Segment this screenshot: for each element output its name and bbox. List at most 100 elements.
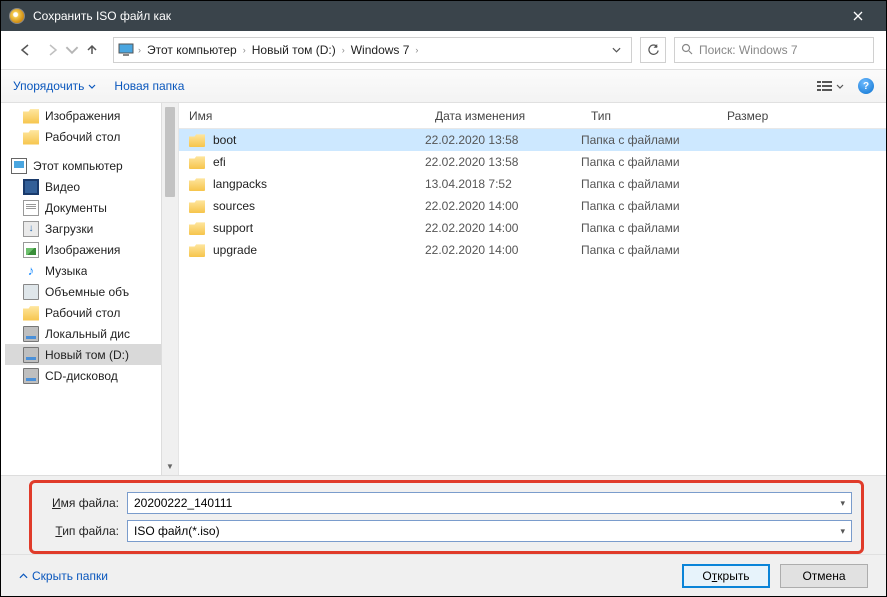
save-as-dialog: Сохранить ISO файл как › Этот компьютер … — [1, 1, 886, 596]
column-date[interactable]: Дата изменения — [425, 109, 581, 123]
new-folder-button[interactable]: Новая папка — [114, 79, 184, 93]
folder-icon — [189, 199, 205, 213]
column-type[interactable]: Тип — [581, 109, 717, 123]
filetype-value: ISO файл(*.iso) — [134, 524, 220, 538]
sidebar-item[interactable]: Локальный дис — [5, 323, 178, 344]
sidebar-item-label: Новый том (D:) — [45, 348, 129, 362]
close-icon — [853, 11, 863, 21]
sidebar-scrollbar[interactable]: ▲ ▼ — [161, 103, 178, 475]
file-name: upgrade — [213, 243, 425, 257]
sidebar-item-label: Рабочий стол — [45, 130, 120, 144]
sidebar-item[interactable]: Рабочий стол — [5, 126, 178, 147]
file-name: boot — [213, 133, 425, 147]
scroll-down-arrow[interactable]: ▼ — [162, 458, 178, 475]
sidebar-item-label: Локальный дис — [45, 327, 130, 341]
sidebar-item-label: Изображения — [45, 109, 120, 123]
file-row[interactable]: upgrade22.02.2020 14:00Папка с файлами — [179, 239, 886, 261]
file-name: support — [213, 221, 425, 235]
sidebar-item-label: Загрузки — [45, 222, 93, 236]
close-button[interactable] — [838, 1, 878, 31]
filetype-label: Тип файла: — [35, 524, 127, 538]
file-date: 22.02.2020 13:58 — [425, 133, 581, 147]
column-name[interactable]: Имя — [179, 109, 425, 123]
chevron-right-icon: › — [415, 45, 418, 55]
folder-icon — [189, 177, 205, 191]
file-name: langpacks — [213, 177, 425, 191]
sidebar-item[interactable]: Изображения — [5, 239, 178, 260]
filename-label: Имя файла: — [35, 496, 127, 510]
sidebar-item[interactable]: Объемные объ — [5, 281, 178, 302]
sidebar-item[interactable]: Документы — [5, 197, 178, 218]
sidebar-item[interactable]: Новый том (D:) — [5, 344, 178, 365]
file-row[interactable]: support22.02.2020 14:00Папка с файлами — [179, 217, 886, 239]
nav-row: › Этот компьютер › Новый том (D:) › Wind… — [1, 31, 886, 69]
search-input[interactable]: Поиск: Windows 7 — [674, 37, 874, 63]
chevron-down-icon — [88, 84, 96, 89]
file-date: 22.02.2020 14:00 — [425, 243, 581, 257]
cancel-button[interactable]: Отмена — [780, 564, 868, 588]
file-row[interactable]: efi22.02.2020 13:58Папка с файлами — [179, 151, 886, 173]
main-body: Изображения Рабочий стол Этот компьютер Вид… — [1, 103, 886, 476]
up-button[interactable] — [79, 37, 105, 63]
sidebar-item[interactable]: Рабочий стол — [5, 302, 178, 323]
scroll-thumb[interactable] — [165, 107, 175, 197]
file-list: Имя Дата изменения Тип Размер boot22.02.… — [179, 103, 886, 475]
folder-icon — [23, 129, 39, 145]
breadcrumb-expand[interactable] — [606, 45, 627, 56]
sidebar-item-label: Объемные объ — [45, 285, 129, 299]
sidebar-item-label: Музыка — [45, 264, 87, 278]
file-type: Папка с файлами — [581, 221, 717, 235]
file-row[interactable]: langpacks13.04.2018 7:52Папка с файлами — [179, 173, 886, 195]
filename-input[interactable]: 20200222_140111 ▾ — [127, 492, 852, 514]
folder-icon — [189, 221, 205, 235]
drive-icon — [23, 326, 39, 342]
view-mode-button[interactable] — [817, 80, 844, 93]
drive-icon — [23, 347, 39, 363]
file-row[interactable]: boot22.02.2020 13:58Папка с файлами — [179, 129, 886, 151]
sidebar-item[interactable]: Этот компьютер — [5, 155, 178, 176]
file-name: efi — [213, 155, 425, 169]
app-icon — [9, 8, 25, 24]
tree-sidebar[interactable]: Изображения Рабочий стол Этот компьютер Вид… — [1, 103, 179, 475]
folder-icon — [189, 133, 205, 147]
filetype-select[interactable]: ISO файл(*.iso) ▾ — [127, 520, 852, 542]
chevron-down-icon — [836, 84, 844, 89]
column-size[interactable]: Размер — [717, 109, 886, 123]
breadcrumb-part[interactable]: Новый том (D:) — [246, 43, 342, 57]
organize-button[interactable]: Упорядочить — [13, 79, 96, 93]
file-name: sources — [213, 199, 425, 213]
window-title: Сохранить ISO файл как — [33, 9, 838, 23]
pc-icon — [118, 43, 134, 57]
titlebar: Сохранить ISO файл как — [1, 1, 886, 31]
music-icon — [23, 263, 39, 279]
dialog-footer: Скрыть папки Открыть Отмена — [1, 554, 886, 596]
breadcrumb-part[interactable]: Этот компьютер — [141, 43, 243, 57]
recent-dropdown[interactable] — [65, 37, 79, 63]
folder-icon — [189, 243, 205, 257]
sidebar-item[interactable]: CD-дисковод — [5, 365, 178, 386]
open-button[interactable]: Открыть — [682, 564, 770, 588]
sidebar-item-label: CD-дисковод — [45, 369, 118, 383]
sidebar-item[interactable]: Музыка — [5, 260, 178, 281]
refresh-button[interactable] — [640, 37, 666, 63]
file-type: Папка с файлами — [581, 155, 717, 169]
column-headers[interactable]: Имя Дата изменения Тип Размер — [179, 103, 886, 129]
forward-button[interactable] — [39, 37, 65, 63]
breadcrumb-part[interactable]: Windows 7 — [345, 43, 416, 57]
file-type: Папка с файлами — [581, 199, 717, 213]
file-date: 22.02.2020 14:00 — [425, 199, 581, 213]
img-icon — [23, 242, 39, 258]
sidebar-item-label: Документы — [45, 201, 107, 215]
back-button[interactable] — [13, 37, 39, 63]
hide-folders-button[interactable]: Скрыть папки — [19, 569, 108, 583]
file-type: Папка с файлами — [581, 243, 717, 257]
sidebar-item[interactable]: Загрузки — [5, 218, 178, 239]
sidebar-item-label: Этот компьютер — [33, 159, 123, 173]
video-icon — [23, 179, 39, 195]
breadcrumb[interactable]: › Этот компьютер › Новый том (D:) › Wind… — [113, 37, 632, 63]
help-icon[interactable]: ? — [858, 78, 874, 94]
sidebar-item[interactable]: Видео — [5, 176, 178, 197]
filename-value: 20200222_140111 — [134, 496, 232, 510]
sidebar-item[interactable]: Изображения — [5, 105, 178, 126]
file-row[interactable]: sources22.02.2020 14:00Папка с файлами — [179, 195, 886, 217]
